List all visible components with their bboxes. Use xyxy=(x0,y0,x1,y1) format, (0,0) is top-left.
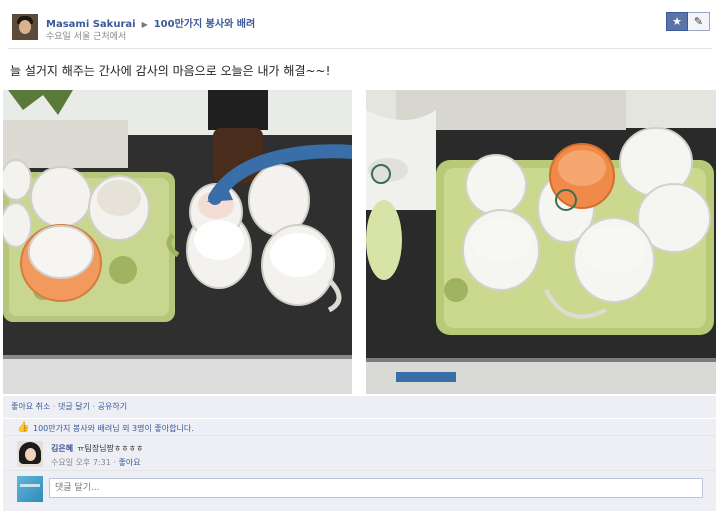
photo-gap xyxy=(352,90,366,394)
dot-separator: · xyxy=(50,402,58,411)
viewer-avatar xyxy=(17,476,43,502)
post-actions: ★ ✎ xyxy=(666,12,710,31)
comment-input[interactable] xyxy=(49,478,703,498)
comment-item: 김은혜 ㅠ팀장님짱ㅎㅎㅎㅎ 수요일 오후 7:31 · 좋아요 xyxy=(3,437,716,471)
feedback-links: 좋아요 취소 · 댓글 달기 · 공유하기 xyxy=(11,401,127,412)
triangle-right-icon: ▶ xyxy=(141,20,148,29)
reply-row xyxy=(3,473,716,507)
photo-right-art xyxy=(366,90,716,394)
feedback-panel: 좋아요 취소 · 댓글 달기 · 공유하기 👍 100만가지 봉사와 배려님 외… xyxy=(3,396,716,511)
comment-meta: 수요일 오후 7:31 · 좋아요 xyxy=(51,458,141,467)
share-link[interactable]: 공유하기 xyxy=(98,402,127,411)
divider xyxy=(8,48,712,49)
dot-separator: · xyxy=(89,402,98,411)
author-avatar[interactable] xyxy=(12,14,38,40)
comment-link[interactable]: 댓글 달기 xyxy=(58,402,90,411)
star-icon[interactable]: ★ xyxy=(666,12,688,31)
photo-right[interactable] xyxy=(366,90,716,394)
avatar-face xyxy=(19,20,31,34)
photo-left[interactable] xyxy=(3,90,352,394)
likes-summary: 👍 100만가지 봉사와 배려님 외 3명이 좋아합니다. xyxy=(3,418,716,436)
avatar-face xyxy=(25,448,36,461)
commenter-line: 김은혜 ㅠ팀장님짱ㅎㅎㅎㅎ xyxy=(51,443,143,454)
unlike-link[interactable]: 좋아요 취소 xyxy=(11,402,50,411)
photo-left-art xyxy=(3,90,352,394)
commenter-avatar[interactable] xyxy=(17,441,43,467)
comment-time[interactable]: 수요일 오후 7:31 xyxy=(51,458,111,467)
pencil-icon[interactable]: ✎ xyxy=(688,12,710,31)
comment-text: ㅠ팀장님짱ㅎㅎㅎㅎ xyxy=(77,444,144,453)
comment-like-link[interactable]: 좋아요 xyxy=(119,458,141,467)
post-meta[interactable]: 수요일 서울 근처에서 xyxy=(46,29,126,42)
group-name-link[interactable]: 100만가지 봉사와 배려 xyxy=(154,19,255,30)
post-text: 늘 설거지 해주는 간사에 감사의 마음으로 오늘은 내가 해결~~! xyxy=(10,64,331,78)
commenter-name[interactable]: 김은혜 xyxy=(51,444,73,453)
thumbs-up-icon: 👍 xyxy=(17,422,30,433)
story-header: Masami Sakurai ▶ 100만가지 봉사와 배려 xyxy=(46,15,255,30)
likes-text[interactable]: 100만가지 봉사와 배려님 외 3명이 좋아합니다. xyxy=(33,423,194,434)
story: Masami Sakurai ▶ 100만가지 봉사와 배려 수요일 서울 근처에서… xyxy=(0,0,720,511)
